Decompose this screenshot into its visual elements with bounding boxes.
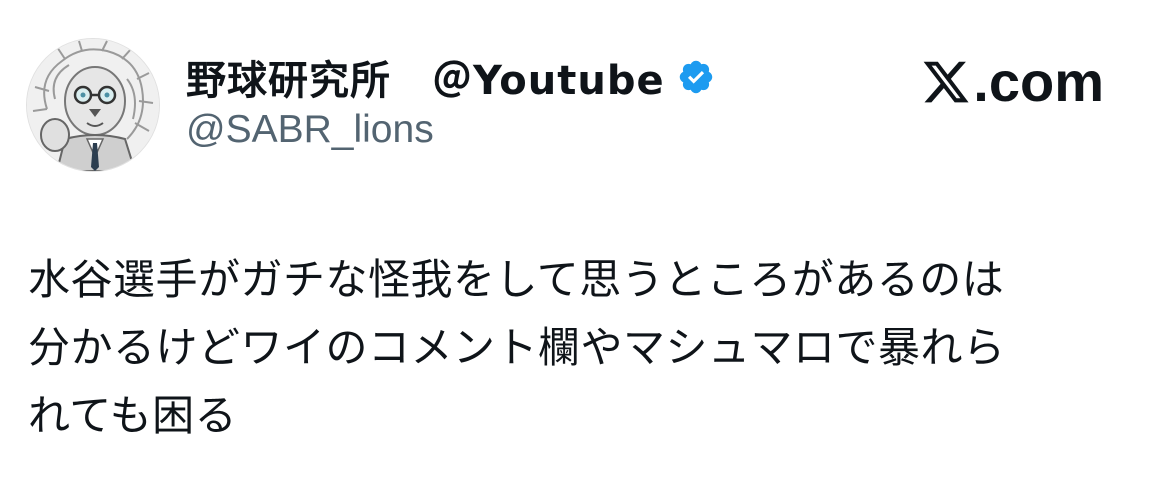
display-name[interactable]: 野球研究所 ＠Youtube bbox=[186, 48, 665, 106]
verified-badge-icon bbox=[677, 58, 715, 96]
tweet-line: 分かるけどワイのコメント欄やマシュマロで暴れら bbox=[28, 323, 1006, 372]
name-row: 野球研究所 ＠Youtube bbox=[186, 52, 715, 104]
tweet-header: 野球研究所 ＠Youtube @SABR_lions .com bbox=[26, 38, 1144, 173]
author-info: 野球研究所 ＠Youtube @SABR_lions bbox=[186, 52, 715, 152]
x-logo-icon bbox=[921, 57, 971, 107]
author-handle[interactable]: @SABR_lions bbox=[186, 108, 715, 152]
tweet-line: れても困る bbox=[28, 391, 238, 440]
lion-avatar-icon[interactable] bbox=[26, 38, 160, 172]
tweet-body: 水谷選手がガチな怪我をして思うところがあるのは 分かるけどワイのコメント欄やマシ… bbox=[28, 246, 1148, 450]
brand-suffix: .com bbox=[973, 50, 1104, 113]
brand-logo: .com bbox=[921, 52, 1104, 112]
tweet-line: 水谷選手がガチな怪我をして思うところがあるのは bbox=[28, 255, 1005, 304]
